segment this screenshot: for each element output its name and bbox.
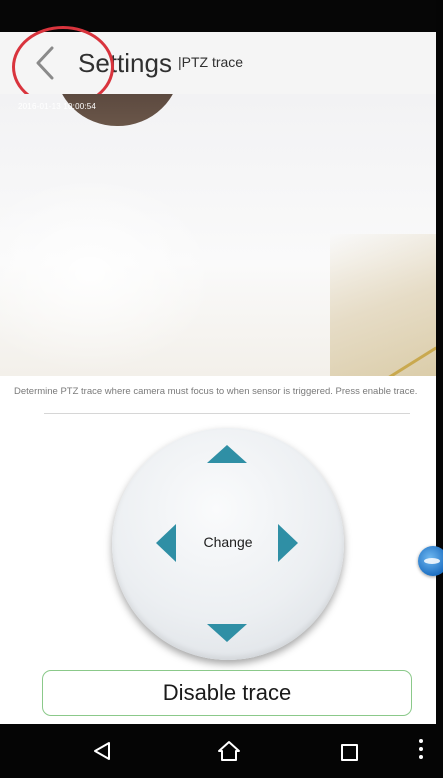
app-bar: Settings |PTZ trace bbox=[0, 32, 436, 95]
ptz-control-pad[interactable]: Change bbox=[112, 428, 344, 660]
screen-edge bbox=[436, 0, 443, 778]
camera-preview: 2016-01-13 10:00:54 bbox=[0, 94, 436, 376]
pan-left-arrow-icon[interactable] bbox=[156, 524, 176, 562]
page-title: Settings bbox=[78, 48, 172, 78]
back-button[interactable] bbox=[22, 40, 68, 86]
home-icon[interactable] bbox=[217, 739, 241, 763]
page-subtitle: |PTZ trace bbox=[178, 54, 244, 70]
square-recents-icon[interactable] bbox=[341, 744, 358, 761]
description-text: Determine PTZ trace where camera must fo… bbox=[14, 386, 418, 397]
pan-right-arrow-icon[interactable] bbox=[278, 524, 298, 562]
disable-trace-button[interactable]: Disable trace bbox=[42, 670, 412, 716]
system-navigation-bar bbox=[0, 724, 443, 778]
camera-timestamp: 2016-01-13 10:00:54 bbox=[18, 102, 97, 111]
divider bbox=[44, 413, 410, 414]
floating-action-icon[interactable] bbox=[418, 546, 443, 576]
change-button[interactable]: Change bbox=[188, 534, 268, 550]
triangle-back-icon[interactable] bbox=[92, 741, 112, 761]
pan-up-arrow-icon[interactable] bbox=[207, 445, 247, 463]
status-bar bbox=[0, 0, 443, 32]
pan-down-arrow-icon[interactable] bbox=[207, 624, 247, 642]
chevron-left-icon bbox=[36, 46, 54, 80]
more-vertical-icon[interactable] bbox=[418, 739, 424, 763]
